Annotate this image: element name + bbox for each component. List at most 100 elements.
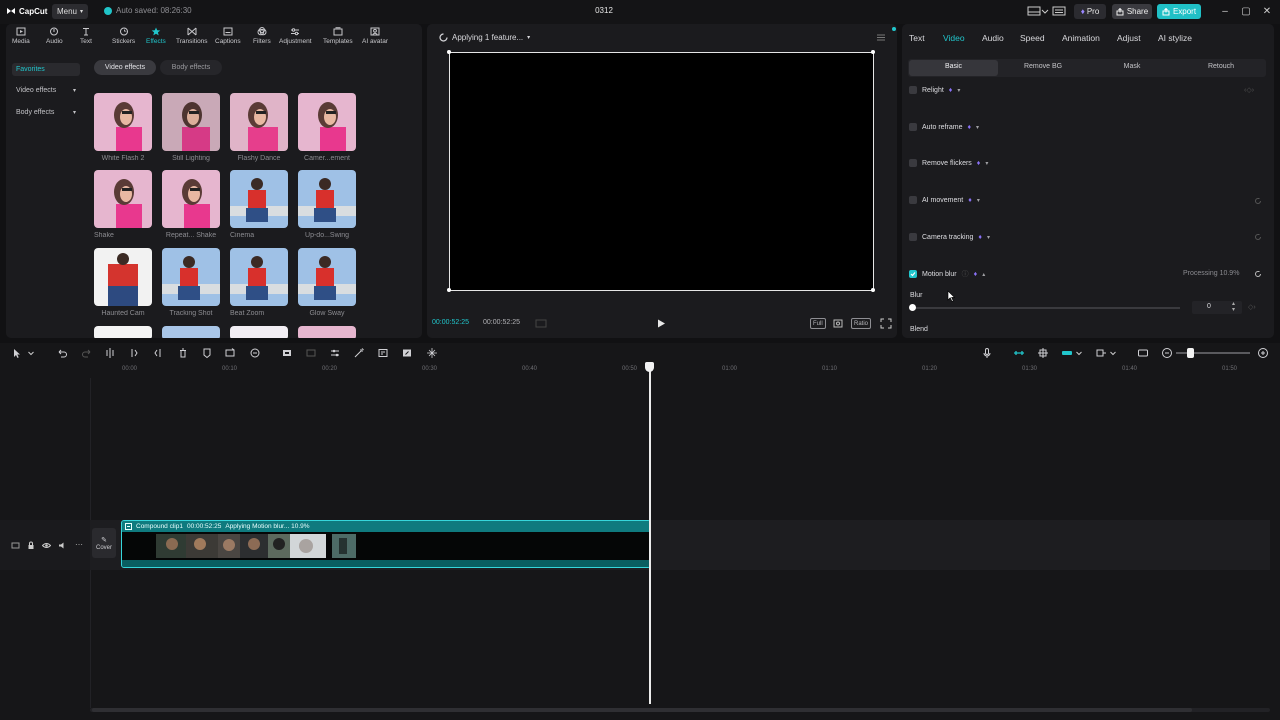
export-button[interactable]: Export: [1157, 4, 1201, 19]
tab-audio[interactable]: Audio: [982, 33, 1004, 43]
effect-thumbnail[interactable]: [94, 326, 152, 338]
maximize-icon[interactable]: ▢: [1239, 5, 1253, 18]
effect-thumbnail[interactable]: [230, 326, 288, 338]
preview-axis-icon[interactable]: [1095, 347, 1107, 359]
blur-slider-handle[interactable]: [909, 304, 916, 311]
minimize-icon[interactable]: –: [1218, 5, 1232, 18]
tab-video-effects[interactable]: Video effects: [94, 60, 156, 75]
tool-stickers[interactable]: Stickers: [112, 27, 135, 45]
reset-icon[interactable]: [1254, 233, 1262, 241]
speaker-icon[interactable]: [58, 541, 67, 550]
effect-thumbnail[interactable]: [94, 248, 152, 306]
tab-animation[interactable]: Animation: [1062, 33, 1100, 43]
playhead-handle[interactable]: [645, 362, 654, 372]
checkbox[interactable]: [909, 86, 917, 94]
freeze-icon[interactable]: [281, 347, 293, 359]
tool-adjustment[interactable]: Adjustment: [279, 27, 312, 45]
horizontal-scrollbar-thumb[interactable]: [92, 708, 1192, 712]
reset-icon[interactable]: [1254, 270, 1262, 278]
checkbox[interactable]: [909, 159, 917, 167]
chevron-down-icon[interactable]: [1075, 347, 1083, 359]
tool-audio[interactable]: Audio: [46, 27, 63, 45]
split-right-icon[interactable]: [152, 347, 164, 359]
checkbox[interactable]: [909, 196, 917, 204]
reset-icon[interactable]: [1254, 197, 1262, 205]
effect-thumbnail[interactable]: [162, 93, 220, 151]
resize-handle[interactable]: [447, 288, 451, 292]
play-icon[interactable]: [656, 318, 666, 329]
tool-captions[interactable]: Captions: [215, 27, 241, 45]
feature-remove-flickers[interactable]: Remove flickers ♦ ▾: [909, 159, 988, 167]
zoom-slider-handle[interactable]: [1187, 348, 1194, 358]
tool-filters[interactable]: Filters: [253, 27, 271, 45]
checkbox[interactable]: [909, 233, 917, 241]
effect-thumbnail[interactable]: [298, 170, 356, 228]
tool-media[interactable]: Media: [12, 27, 30, 45]
more-icon[interactable]: ⋯: [75, 540, 83, 549]
category-video-effects[interactable]: Video effects ▾: [12, 84, 80, 97]
pro-button[interactable]: ♦ Pro: [1074, 4, 1106, 19]
close-icon[interactable]: ✕: [1260, 5, 1274, 18]
feature-motion-blur[interactable]: Motion blur ⓘ ♦ ▴: [909, 269, 985, 279]
keyframe-icon[interactable]: ◇›: [1248, 303, 1256, 311]
delete-icon[interactable]: [177, 347, 189, 359]
layout-icon[interactable]: [1027, 5, 1041, 17]
tab-body-effects[interactable]: Body effects: [160, 60, 222, 75]
feature-relight[interactable]: Relight ♦ ▾: [909, 86, 960, 94]
tool-transitions[interactable]: Transitions: [176, 27, 208, 45]
track-type-icon[interactable]: [11, 541, 20, 550]
tab-ai-stylize[interactable]: AI stylize: [1158, 33, 1192, 43]
preview-canvas[interactable]: [449, 52, 874, 291]
zoom-out-icon[interactable]: [1161, 347, 1173, 359]
split-left-icon[interactable]: [128, 347, 140, 359]
tool-templates[interactable]: Templates: [323, 27, 353, 45]
resize-handle[interactable]: [871, 50, 875, 54]
redo-icon[interactable]: [81, 347, 93, 359]
auto-adjust-icon[interactable]: [249, 347, 261, 359]
effect-thumbnail[interactable]: [94, 170, 152, 228]
effect-thumbnail[interactable]: [298, 326, 356, 338]
tab-adjust[interactable]: Adjust: [1117, 33, 1141, 43]
effect-thumbnail[interactable]: [162, 170, 220, 228]
crop-ratio-icon[interactable]: [377, 347, 389, 359]
comment-icon[interactable]: [1137, 347, 1149, 359]
crop-icon[interactable]: [832, 318, 844, 329]
cover-button[interactable]: ✎ Cover: [92, 528, 116, 558]
player-status[interactable]: Applying 1 feature... ▾: [439, 33, 530, 42]
tool-ai-avatar[interactable]: AI avatar: [362, 27, 388, 45]
tool-text[interactable]: Text: [80, 27, 92, 45]
keyframe-icon[interactable]: ‹◇›: [1244, 86, 1254, 94]
linkage-icon[interactable]: [1061, 347, 1073, 359]
effect-thumbnail[interactable]: [94, 93, 152, 151]
project-title[interactable]: 0312: [590, 6, 618, 15]
chevron-down-icon[interactable]: [27, 347, 35, 359]
player-menu-icon[interactable]: [876, 33, 886, 42]
microphone-icon[interactable]: [981, 347, 993, 359]
checkbox[interactable]: [909, 123, 917, 131]
menu-button[interactable]: Menu ▾: [52, 4, 88, 19]
fullscreen-icon[interactable]: [880, 318, 892, 329]
select-tool-icon[interactable]: [11, 347, 23, 359]
share-button[interactable]: Share: [1112, 4, 1152, 19]
subtab-basic[interactable]: Basic: [909, 63, 998, 70]
category-body-effects[interactable]: Body effects ▾: [12, 106, 80, 119]
subtab-mask[interactable]: Mask: [1088, 63, 1176, 70]
playhead[interactable]: [649, 366, 651, 704]
effect-thumbnail[interactable]: [298, 248, 356, 306]
ai-expand-icon[interactable]: [426, 347, 438, 359]
mirror-icon[interactable]: [329, 347, 341, 359]
blur-slider-track[interactable]: [912, 307, 1180, 309]
resize-handle[interactable]: [871, 288, 875, 292]
reverse-icon[interactable]: [305, 347, 317, 359]
tab-speed[interactable]: Speed: [1020, 33, 1045, 43]
feature-camera-tracking[interactable]: Camera tracking ♦ ▾: [909, 233, 990, 241]
tab-text[interactable]: Text: [909, 33, 925, 43]
category-favorites[interactable]: Favorites: [12, 63, 80, 76]
effect-thumbnail[interactable]: [298, 93, 356, 151]
ratio-button[interactable]: Ratio: [851, 318, 872, 329]
effect-thumbnail[interactable]: [230, 248, 288, 306]
magic-icon[interactable]: [353, 347, 365, 359]
tool-effects[interactable]: Effects: [146, 27, 166, 45]
subtab-remove-bg[interactable]: Remove BG: [999, 63, 1087, 70]
compound-clip[interactable]: Compound clip1 00:00:52:25 Applying Moti…: [121, 520, 651, 568]
